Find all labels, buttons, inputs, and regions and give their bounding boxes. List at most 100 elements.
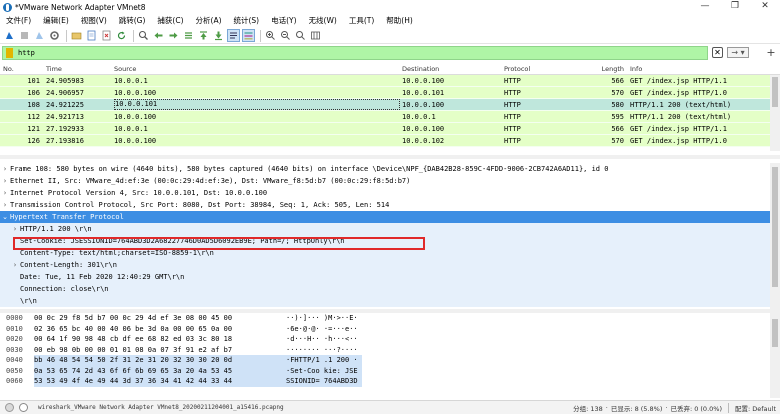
- detail-row-crlf[interactable]: \r\n: [0, 295, 780, 307]
- detail-row-content-length[interactable]: › Content-Length: 301\r\n: [0, 259, 780, 271]
- packet-list-scroll-thumb[interactable]: [772, 77, 778, 107]
- packet-row[interactable]: 106 24.906957 10.0.0.100 10.0.0.101 HTTP…: [0, 87, 780, 99]
- close-file-icon[interactable]: [100, 29, 113, 42]
- expand-arrow-icon[interactable]: ›: [0, 187, 10, 199]
- shark-fin-start-icon[interactable]: [3, 29, 16, 42]
- menu-edit[interactable]: 编辑(E): [37, 14, 75, 28]
- filter-bookmark-icon[interactable]: [6, 48, 13, 58]
- options-gear-icon[interactable]: [48, 29, 61, 42]
- clear-filter-button[interactable]: ✕: [712, 47, 723, 58]
- resize-columns-icon[interactable]: [309, 29, 322, 42]
- apply-filter-button[interactable]: → ▾: [727, 47, 749, 58]
- detail-row-ipv4[interactable]: › Internet Protocol Version 4, Src: 10.0…: [0, 187, 780, 199]
- auto-scroll-icon[interactable]: [227, 29, 240, 42]
- display-filter-input[interactable]: http: [2, 46, 708, 60]
- expand-arrow-icon[interactable]: ›: [0, 175, 10, 187]
- bytes-offset: 0060: [6, 377, 23, 385]
- menu-tools[interactable]: 工具(T): [343, 14, 380, 28]
- packet-source: 10.0.0.100: [114, 136, 157, 145]
- details-scrollbar[interactable]: [770, 163, 780, 310]
- menu-go[interactable]: 跳转(G): [113, 14, 152, 28]
- detail-row-date[interactable]: Date: Tue, 11 Feb 2020 12:40:29 GMT\r\n: [0, 271, 780, 283]
- find-icon[interactable]: [137, 29, 150, 42]
- stop-icon[interactable]: [18, 29, 31, 42]
- go-forward-icon[interactable]: [167, 29, 180, 42]
- details-scroll-thumb[interactable]: [772, 167, 778, 287]
- menu-analyze[interactable]: 分析(A): [190, 14, 228, 28]
- detail-text: \r\n: [20, 297, 37, 305]
- column-header-length[interactable]: Length: [600, 65, 628, 73]
- packet-protocol: HTTP: [504, 124, 521, 133]
- packet-list-scrollbar[interactable]: [770, 75, 780, 151]
- menu-telephony[interactable]: 电话(Y): [265, 14, 302, 28]
- bytes-hex: 0a 53 65 74 2d 43 6f 6f 6b 69 65 3a 20 4…: [34, 365, 272, 376]
- bytes-row-selected[interactable]: 0040 bb 46 48 54 54 50 2f 31 2e 31 20 32…: [0, 355, 780, 366]
- column-header-no[interactable]: No.: [0, 65, 44, 73]
- menu-file[interactable]: 文件(F): [0, 14, 37, 28]
- profile-label[interactable]: 配置: Default: [735, 403, 776, 413]
- capture-comment-icon[interactable]: [19, 403, 28, 412]
- column-header-protocol[interactable]: Protocol: [502, 65, 600, 73]
- column-header-info[interactable]: Info: [628, 65, 776, 73]
- detail-row-ethernet[interactable]: › Ethernet II, Src: VMware_4d:ef:3e (00:…: [0, 175, 780, 187]
- save-file-icon[interactable]: [85, 29, 98, 42]
- expert-info-icon[interactable]: [5, 403, 14, 412]
- minimize-button[interactable]: —: [690, 0, 720, 14]
- packet-row[interactable]: 101 24.905983 10.0.0.1 10.0.0.100 HTTP 5…: [0, 75, 780, 87]
- expand-arrow-icon[interactable]: ›: [10, 259, 20, 271]
- display-filter-value: http: [18, 49, 35, 57]
- normal-size-icon[interactable]: [294, 29, 307, 42]
- detail-row-connection[interactable]: Connection: close\r\n: [0, 283, 780, 295]
- expand-arrow-icon[interactable]: ›: [10, 223, 20, 235]
- detail-row-http[interactable]: ⌄ Hypertext Transfer Protocol: [0, 211, 780, 223]
- last-packet-icon[interactable]: [212, 29, 225, 42]
- restart-icon[interactable]: [33, 29, 46, 42]
- menu-capture[interactable]: 捕获(C): [151, 14, 189, 28]
- detail-row-frame[interactable]: › Frame 108: 580 bytes on wire (4640 bit…: [0, 163, 780, 175]
- expand-arrow-icon[interactable]: ›: [0, 199, 10, 211]
- close-window-button[interactable]: ✕: [750, 0, 780, 14]
- bytes-hex: bb 46 48 54 54 50 2f 31 2e 31 20 32 30 3…: [34, 355, 272, 366]
- packet-row[interactable]: 126 27.193816 10.0.0.100 10.0.0.102 HTTP…: [0, 135, 780, 147]
- colorize-icon[interactable]: [242, 29, 255, 42]
- packet-row[interactable]: 112 24.921713 10.0.0.100 10.0.0.1 HTTP 5…: [0, 111, 780, 123]
- capture-file-name: wireshark_VMware Network Adapter VMnet8_…: [38, 404, 284, 411]
- pane-splitter[interactable]: [0, 155, 780, 159]
- packet-row[interactable]: 121 27.192933 10.0.0.1 10.0.0.100 HTTP 5…: [0, 123, 780, 135]
- add-filter-button[interactable]: +: [765, 45, 777, 60]
- toolbar-separator: [133, 29, 134, 42]
- bytes-row-selected[interactable]: 0060 53 53 49 4f 4e 49 44 3d 37 36 34 41…: [0, 376, 780, 387]
- collapse-arrow-icon[interactable]: ⌄: [0, 211, 10, 223]
- bytes-scrollbar[interactable]: [770, 313, 780, 398]
- first-packet-icon[interactable]: [197, 29, 210, 42]
- column-header-source[interactable]: Source: [112, 65, 400, 73]
- menu-statistics[interactable]: 统计(S): [228, 14, 266, 28]
- maximize-button[interactable]: ❐: [720, 0, 750, 14]
- detail-row-http-status[interactable]: › HTTP/1.1 200 \r\n: [0, 223, 780, 235]
- bytes-offset: 0030: [6, 345, 23, 354]
- bytes-scroll-thumb[interactable]: [772, 319, 778, 347]
- menu-help[interactable]: 帮助(H): [380, 14, 419, 28]
- bytes-row[interactable]: 0000 00 0c 29 f8 5d b7 00 0c 29 4d ef 3e…: [0, 313, 780, 324]
- column-header-time[interactable]: Time: [44, 65, 112, 73]
- packet-info: GET /index.jsp HTTP/1.0: [630, 136, 727, 145]
- bytes-row[interactable]: 0030 00 eb 98 0b 00 00 01 01 08 0a 07 3f…: [0, 345, 780, 356]
- bytes-row-selected[interactable]: 0050 0a 53 65 74 2d 43 6f 6f 6b 69 65 3a…: [0, 365, 780, 376]
- go-to-packet-icon[interactable]: [182, 29, 195, 42]
- zoom-out-icon[interactable]: [279, 29, 292, 42]
- expand-arrow-icon[interactable]: ›: [0, 163, 10, 175]
- zoom-in-icon[interactable]: [264, 29, 277, 42]
- bytes-row[interactable]: 0020 00 64 1f 90 98 48 cb df ee 68 82 ed…: [0, 334, 780, 345]
- column-header-destination[interactable]: Destination: [400, 65, 502, 73]
- packet-source: 10.0.0.1: [114, 76, 148, 85]
- menu-view[interactable]: 视图(V): [75, 14, 113, 28]
- bytes-row[interactable]: 0010 02 36 65 bc 40 00 40 06 be 3d 0a 00…: [0, 324, 780, 335]
- detail-row-tcp[interactable]: › Transmission Control Protocol, Src Por…: [0, 199, 780, 211]
- open-file-icon[interactable]: [70, 29, 83, 42]
- reload-icon[interactable]: [115, 29, 128, 42]
- packet-source: 10.0.0.100: [114, 88, 157, 97]
- window-controls: — ❐ ✕: [690, 0, 780, 14]
- menu-wireless[interactable]: 无线(W): [303, 14, 343, 28]
- packet-row-selected[interactable]: 108 24.921225 10.0.0.101 10.0.0.100 HTTP…: [0, 99, 780, 111]
- go-back-icon[interactable]: [152, 29, 165, 42]
